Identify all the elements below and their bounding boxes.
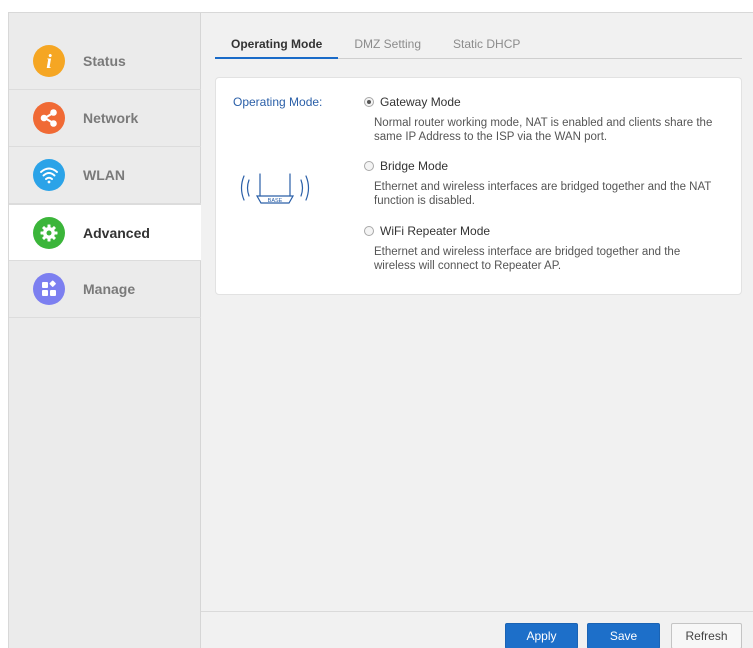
gateway-mode-description: Normal router working mode, NAT is enabl… bbox=[374, 117, 713, 143]
wifi-repeater-mode-radio[interactable] bbox=[364, 225, 374, 236]
wifi-icon bbox=[33, 159, 65, 191]
sidebar-item-status[interactable]: i Status bbox=[9, 33, 201, 90]
sidebar-item-network[interactable]: Network bbox=[9, 90, 201, 147]
operating-mode-label: Operating Mode: bbox=[233, 95, 323, 109]
refresh-button[interactable]: Refresh bbox=[671, 623, 742, 648]
tab-bar: Operating Mode DMZ Setting Static DHCP bbox=[215, 32, 742, 59]
tab-static-dhcp[interactable]: Static DHCP bbox=[437, 32, 536, 59]
gateway-mode-title: Gateway Mode bbox=[380, 94, 461, 109]
save-button[interactable]: Save bbox=[587, 623, 660, 648]
tab-operating-mode[interactable]: Operating Mode bbox=[215, 32, 339, 59]
wifi-repeater-mode-description: Ethernet and wireless interface are brid… bbox=[374, 246, 681, 272]
sidebar-item-wlan[interactable]: WLAN bbox=[9, 147, 201, 204]
bridge-mode-option[interactable]: Bridge Mode bbox=[364, 158, 448, 173]
wifi-repeater-mode-option[interactable]: WiFi Repeater Mode bbox=[364, 223, 490, 238]
sidebar-item-manage[interactable]: Manage bbox=[9, 261, 201, 318]
svg-text:i: i bbox=[46, 51, 52, 73]
sidebar-item-label: WLAN bbox=[83, 167, 125, 183]
gear-icon bbox=[33, 216, 65, 249]
sidebar-item-label: Manage bbox=[83, 281, 136, 297]
bridge-mode-description: Ethernet and wireless interfaces are bri… bbox=[374, 181, 712, 207]
router-base-label: BASE bbox=[268, 198, 283, 204]
bridge-mode-radio[interactable] bbox=[364, 160, 374, 171]
sidebar-item-label: Advanced bbox=[83, 224, 150, 241]
info-icon: i bbox=[33, 45, 65, 77]
gateway-mode-radio[interactable] bbox=[364, 96, 374, 107]
sidebar-item-label: Network bbox=[83, 110, 139, 126]
share-icon bbox=[33, 102, 65, 134]
gateway-mode-option[interactable]: Gateway Mode bbox=[364, 94, 461, 109]
footer-bar: Apply Save Refresh bbox=[201, 611, 753, 648]
sidebar-item-advanced[interactable]: Advanced bbox=[9, 204, 202, 261]
wifi-repeater-mode-title: WiFi Repeater Mode bbox=[380, 223, 491, 238]
bridge-mode-title: Bridge Mode bbox=[380, 158, 449, 173]
main-content: Operating Mode DMZ Setting Static DHCP O… bbox=[201, 13, 753, 648]
sidebar-item-label: Status bbox=[83, 53, 126, 69]
router-icon: BASE bbox=[240, 173, 310, 204]
apps-icon bbox=[33, 273, 65, 305]
apply-button[interactable]: Apply bbox=[505, 623, 578, 648]
operating-mode-panel: Operating Mode: BASE Gateway Mode Normal… bbox=[215, 77, 742, 295]
sidebar: i Status Network WLAN Advanced Manage bbox=[9, 13, 202, 648]
tab-dmz-setting[interactable]: DMZ Setting bbox=[338, 32, 437, 59]
